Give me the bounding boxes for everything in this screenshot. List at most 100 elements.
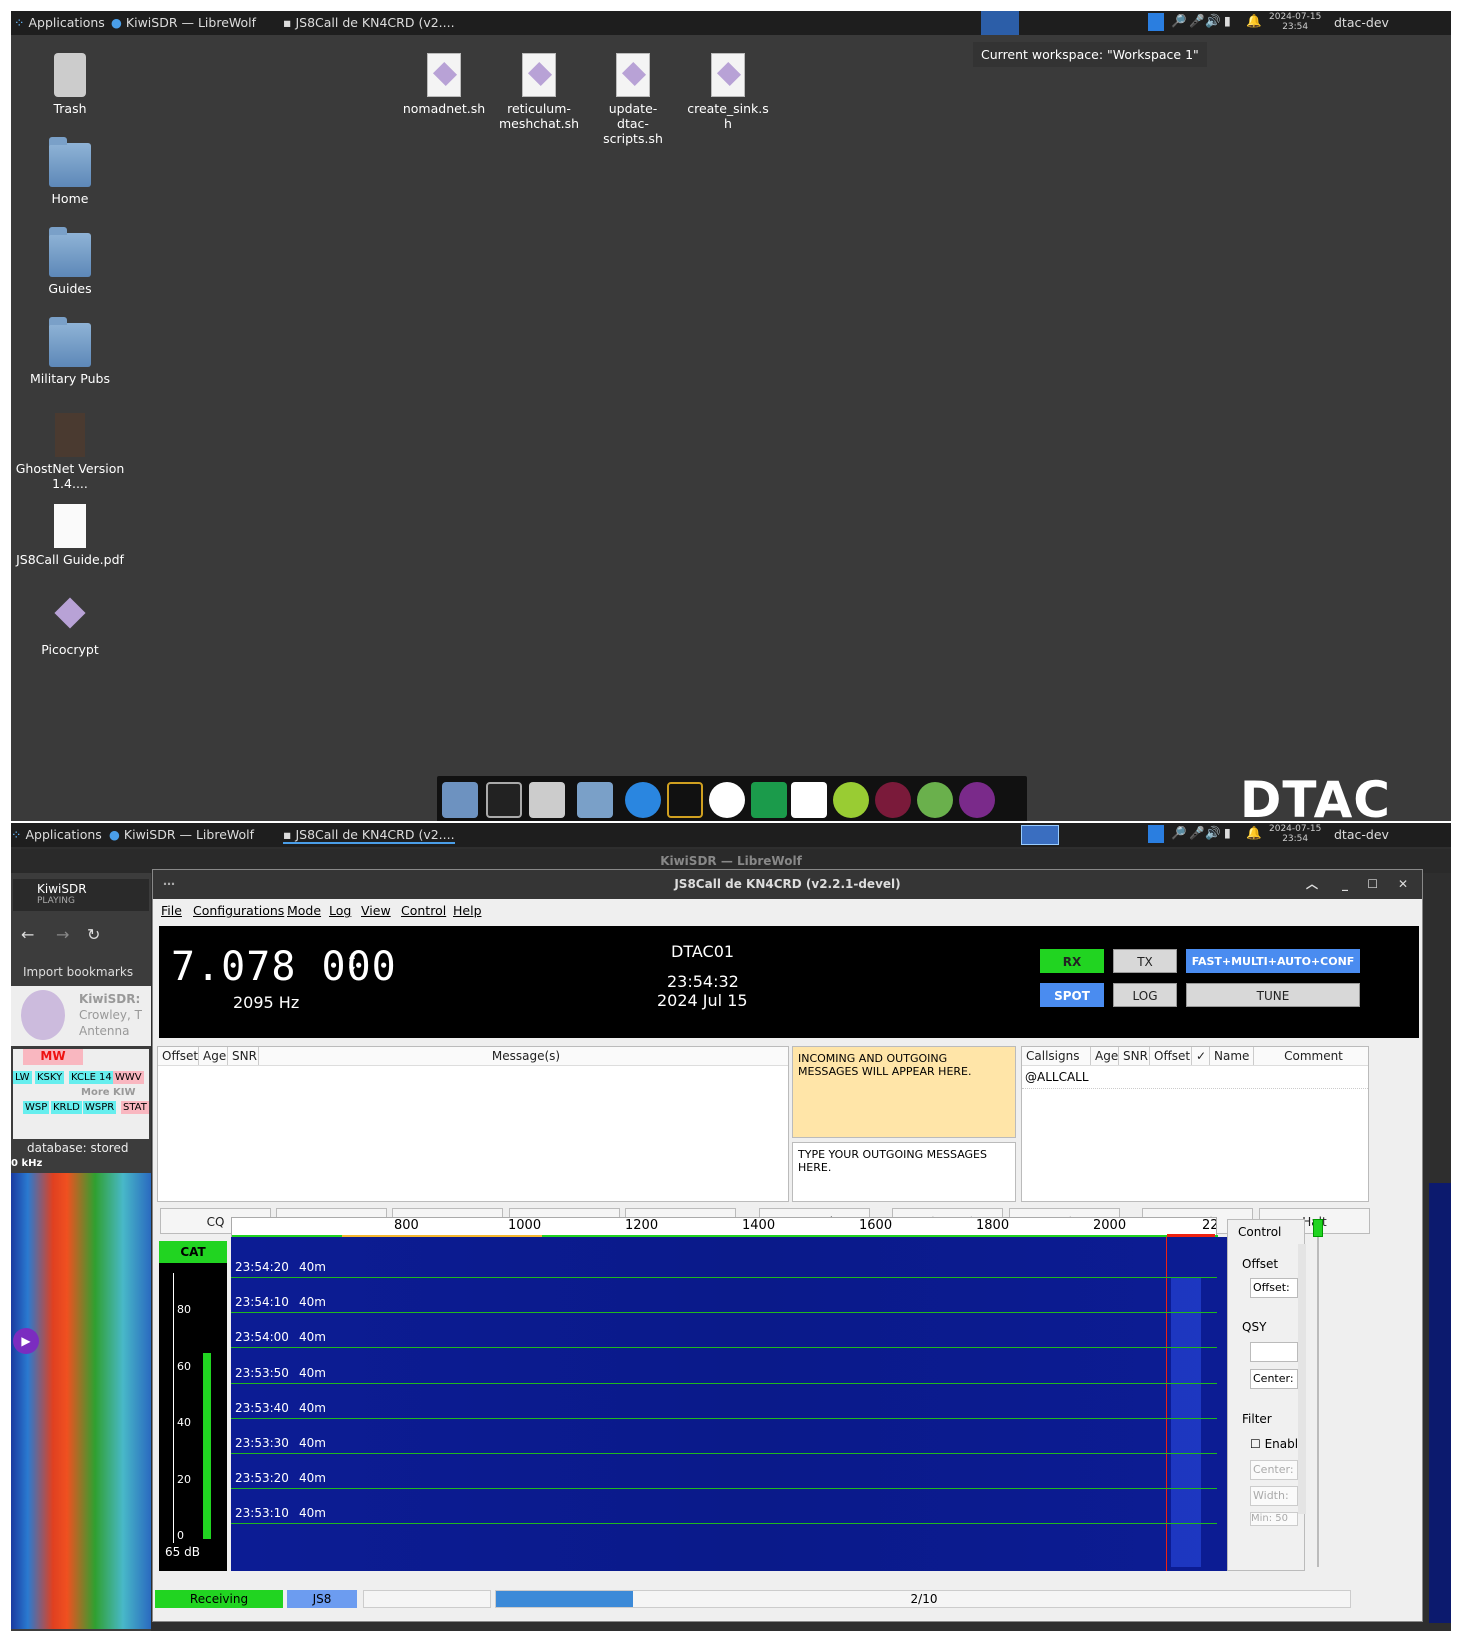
col-name[interactable]: Name xyxy=(1210,1047,1254,1065)
col-callsigns[interactable]: Callsigns xyxy=(1022,1047,1091,1065)
speed-mode-button[interactable]: FAST+MULTI+AUTO+CONF xyxy=(1186,949,1360,973)
menu-mode[interactable]: Mode xyxy=(287,903,321,918)
desktop-icon-nomadnet[interactable]: nomadnet.sh xyxy=(389,53,499,116)
bell-icon[interactable]: 🔔 xyxy=(1246,13,1262,31)
filter-center-spinbox[interactable]: Center: xyxy=(1250,1460,1298,1480)
log-button[interactable]: LOG xyxy=(1113,983,1177,1007)
user-name[interactable]: dtac-dev xyxy=(1334,827,1389,842)
col-offset[interactable]: Offset xyxy=(158,1047,199,1065)
maximize-icon[interactable]: ☐ xyxy=(1367,870,1378,899)
station-button[interactable]: STAT xyxy=(121,1101,149,1114)
station-button[interactable]: WWV xyxy=(113,1071,144,1084)
keepass-icon[interactable] xyxy=(917,782,953,818)
col-comment[interactable]: Comment xyxy=(1254,1047,1369,1065)
col-check[interactable]: ✓ xyxy=(1192,1047,1210,1065)
shade-icon[interactable]: ︿ xyxy=(1306,870,1318,899)
level-slider[interactable] xyxy=(1317,1237,1319,1567)
freq-stepper-icon[interactable]: ▴ ▾ xyxy=(349,948,355,976)
taskbar-kiwisdr[interactable]: ● KiwiSDR — LibreWolf xyxy=(109,827,254,842)
desktop-icon-guides[interactable]: Guides xyxy=(15,227,125,296)
sync-icon[interactable] xyxy=(959,782,995,818)
forward-icon[interactable]: → xyxy=(56,925,69,944)
callsign-table[interactable]: Callsigns Age SNR Offset ✓ Name Comment … xyxy=(1021,1046,1369,1202)
station-button[interactable]: WSP xyxy=(23,1101,50,1114)
menu-view[interactable]: View xyxy=(361,903,391,918)
col-age[interactable]: Age xyxy=(199,1047,228,1065)
cat-indicator[interactable]: CAT xyxy=(159,1241,227,1263)
battery-icon[interactable]: ▮ xyxy=(1224,825,1240,843)
desktop-icon-js8call-guide[interactable]: JS8Call Guide.pdf xyxy=(15,504,125,567)
tune-button[interactable]: TUNE xyxy=(1186,983,1360,1007)
taskbar-js8call[interactable]: ▪ JS8Call de KN4CRD (v2.... xyxy=(283,827,455,844)
monitor-icon[interactable] xyxy=(667,782,703,818)
col-messages[interactable]: Message(s) xyxy=(259,1047,789,1065)
filter-width-spinbox[interactable]: Width: xyxy=(1250,1486,1298,1506)
station-button[interactable]: WSPR xyxy=(83,1101,117,1114)
rx-button[interactable]: RX xyxy=(1040,949,1104,973)
close-icon[interactable]: ✕ xyxy=(1398,870,1408,899)
desktop-icon-ghostnet[interactable]: GhostNet Version 1.4.... xyxy=(15,413,125,491)
station-button[interactable]: KCLE 14 xyxy=(69,1071,114,1084)
mic-icon[interactable]: 🎤 xyxy=(1189,825,1205,843)
col-snr[interactable]: SNR xyxy=(1119,1047,1150,1065)
filter-enable-checkbox[interactable]: ☐ Enabl xyxy=(1250,1437,1298,1451)
tab-control[interactable]: Control xyxy=(1238,1225,1281,1239)
cabinet-icon[interactable] xyxy=(529,782,565,818)
qgis-icon[interactable] xyxy=(833,782,869,818)
user-name[interactable]: dtac-dev xyxy=(1334,15,1389,30)
station-button[interactable]: KRLD xyxy=(51,1101,82,1114)
spot-button[interactable]: SPOT xyxy=(1040,983,1104,1007)
callsign-row[interactable]: @ALLCALL xyxy=(1022,1066,1368,1089)
menu-help[interactable]: Help xyxy=(453,903,482,918)
bell-icon[interactable]: 🔔 xyxy=(1246,825,1262,843)
band-mw[interactable]: MW xyxy=(23,1049,83,1065)
map-icon[interactable] xyxy=(751,782,787,818)
librewolf-icon[interactable] xyxy=(625,782,661,818)
frequency-display[interactable]: 7.078 000 xyxy=(171,944,397,990)
filter-min-spinbox[interactable]: Min: 50 xyxy=(1250,1512,1298,1526)
window-menu-icon[interactable]: ⋯ xyxy=(163,870,175,899)
col-age[interactable]: Age xyxy=(1091,1047,1119,1065)
desktop-icon-trash[interactable]: Trash xyxy=(15,53,125,116)
import-bookmarks[interactable]: Import bookmarks xyxy=(23,965,133,979)
band-activity-table[interactable]: Offset Age SNR Message(s) xyxy=(157,1046,789,1202)
menu-log[interactable]: Log xyxy=(329,903,351,918)
back-icon[interactable]: ← xyxy=(21,925,34,944)
offset-spinbox[interactable]: Offset: xyxy=(1250,1278,1298,1298)
col-offset[interactable]: Offset xyxy=(1150,1047,1192,1065)
col-snr[interactable]: SNR xyxy=(228,1047,259,1065)
waterfall[interactable]: 23:54:20 40m 23:54:10 40m 23:54:00 40m 23:53:5… xyxy=(231,1237,1265,1571)
folder-icon[interactable] xyxy=(577,782,613,818)
network-icon[interactable] xyxy=(1148,13,1164,31)
volume-icon[interactable]: 🔊 xyxy=(1205,825,1221,843)
station-button[interactable]: LW xyxy=(13,1071,32,1084)
desktop-icon-update-dtac[interactable]: update-dtac-scripts.sh xyxy=(578,53,688,146)
waterfall-scale[interactable]: 800 1000 1200 1400 1600 1800 2000 2200 xyxy=(231,1217,1218,1237)
panel-clock[interactable]: 2024-07-15 23:54 xyxy=(1269,12,1321,32)
tx-button[interactable]: TX xyxy=(1113,949,1177,973)
terminal-icon[interactable] xyxy=(486,782,522,818)
more-kiwi[interactable]: More KIW xyxy=(81,1087,136,1098)
reload-icon[interactable]: ↻ xyxy=(87,925,100,944)
desktop-icon-military-pubs[interactable]: Military Pubs xyxy=(15,317,125,386)
center-spinbox[interactable]: Center: xyxy=(1250,1369,1298,1389)
file-manager-icon[interactable] xyxy=(442,782,478,818)
menu-file[interactable]: File xyxy=(161,903,182,918)
mic-icon[interactable]: 🎤 xyxy=(1189,13,1205,31)
desktop-icon-create-sink[interactable]: create_sink.sh xyxy=(673,53,783,131)
workspace-switcher[interactable] xyxy=(981,11,1019,35)
control-scrollbar[interactable] xyxy=(1298,1244,1306,1514)
workspace-switcher[interactable] xyxy=(1021,825,1059,845)
applications-menu[interactable]: ⁘ Applications xyxy=(11,827,102,842)
qsy-input[interactable] xyxy=(1250,1342,1298,1362)
outgoing-message-input[interactable]: TYPE YOUR OUTGOING MESSAGES HERE. xyxy=(792,1142,1016,1202)
battery-icon[interactable]: ▮ xyxy=(1224,13,1240,31)
station-button[interactable]: KSKY xyxy=(35,1071,65,1084)
message-log[interactable]: INCOMING AND OUTGOING MESSAGES WILL APPE… xyxy=(792,1046,1016,1138)
menu-control[interactable]: Control xyxy=(401,903,446,918)
desktop-icon-picocrypt[interactable]: Picocrypt xyxy=(15,594,125,657)
applications-menu[interactable]: ⁘ Applications xyxy=(14,15,105,30)
search-icon[interactable]: 🔎 xyxy=(1171,825,1187,843)
search-icon[interactable]: 🔎 xyxy=(1171,13,1187,31)
media-player[interactable]: KiwiSDR PLAYING xyxy=(13,879,149,911)
